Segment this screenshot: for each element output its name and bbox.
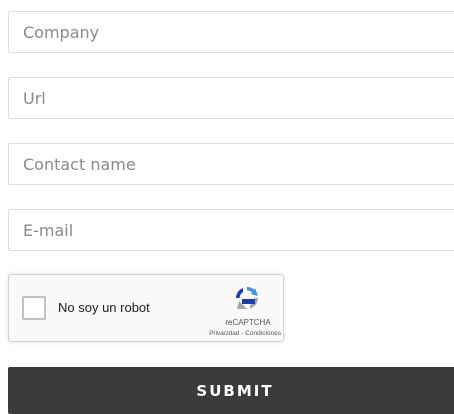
recaptcha-brand: reCAPTCHA [225, 318, 271, 327]
recaptcha-logo-icon [236, 287, 258, 309]
contact-form: No soy un robot reCAPTCHA Privacidad - C… [0, 0, 454, 414]
terms-link[interactable]: Condiciones [245, 330, 281, 337]
recaptcha-widget: No soy un robot reCAPTCHA Privacidad - C… [8, 274, 284, 342]
contact-name-input[interactable] [8, 143, 454, 185]
url-input[interactable] [8, 77, 454, 119]
recaptcha-checkbox[interactable] [22, 296, 46, 320]
email-input[interactable] [8, 209, 454, 251]
recaptcha-label: No soy un robot [58, 300, 150, 315]
company-input[interactable] [8, 11, 454, 53]
privacy-link[interactable]: Privacidad [209, 330, 239, 337]
submit-button[interactable]: SUBMIT [8, 367, 454, 414]
submit-label: SUBMIT [196, 382, 274, 400]
recaptcha-legal: Privacidad - Condiciones [193, 330, 281, 337]
